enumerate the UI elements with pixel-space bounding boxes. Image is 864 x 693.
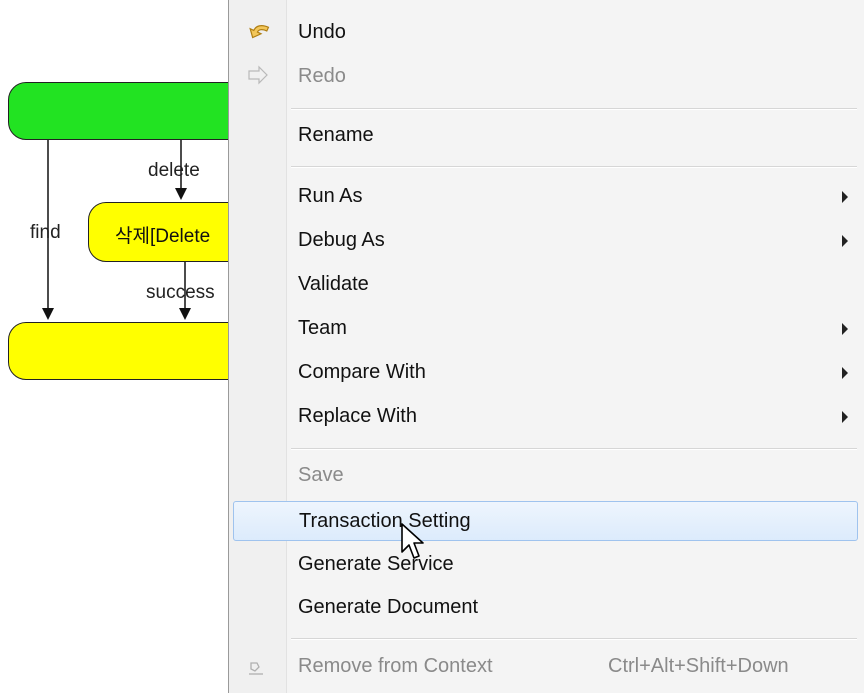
menu-item-team[interactable]: Team <box>233 309 858 349</box>
menu-item-label: Validate <box>298 273 369 295</box>
menu-separator <box>291 638 857 640</box>
menu-item-label: Generate Document <box>298 596 479 618</box>
menu-item-generate-document[interactable]: Generate Document <box>233 588 858 628</box>
submenu-arrow-icon <box>842 191 848 203</box>
process-diagram: 삭제[Delete delete find success <box>0 0 268 693</box>
submenu-arrow-icon <box>842 411 848 423</box>
menu-item-label: Debug As <box>298 229 385 251</box>
submenu-arrow-icon <box>842 235 848 247</box>
menu-item-transaction-setting[interactable]: Transaction Setting <box>233 501 858 541</box>
menu-item-label: Generate Service <box>298 553 454 575</box>
submenu-arrow-icon <box>842 323 848 335</box>
menu-item-run-as[interactable]: Run As <box>233 177 858 217</box>
menu-separator <box>291 108 857 110</box>
menu-item-shortcut: Ctrl+Alt+Shift+Down <box>608 655 789 677</box>
remove-context-icon <box>243 653 271 681</box>
delete-task-label: 삭제[Delete <box>115 226 211 247</box>
edge-label-find: find <box>30 222 61 243</box>
menu-item-label: Rename <box>298 124 374 146</box>
menu-item-debug-as[interactable]: Debug As <box>233 221 858 261</box>
edge-label-success: success <box>146 282 215 303</box>
menu-item-label: Save <box>298 464 344 486</box>
menu-item-label: Redo <box>298 65 346 87</box>
menu-item-label: Team <box>298 317 347 339</box>
redo-arrow-icon <box>243 63 271 91</box>
menu-item-remove-from-context[interactable]: Remove from Context Ctrl+Alt+Shift+Down <box>233 647 858 687</box>
menu-separator <box>291 166 857 168</box>
menu-item-rename[interactable]: Rename <box>233 116 858 156</box>
menu-item-validate[interactable]: Validate <box>233 265 858 305</box>
menu-item-label: Undo <box>298 21 346 43</box>
menu-item-compare-with[interactable]: Compare With <box>233 353 858 393</box>
menu-item-save[interactable]: Save <box>233 456 858 496</box>
context-menu: Undo Redo Rename Run As Debug As Validat… <box>228 0 864 693</box>
edge-label-delete: delete <box>148 160 200 181</box>
menu-item-label: Compare With <box>298 361 426 383</box>
mouse-cursor-icon <box>401 523 424 559</box>
menu-item-label: Replace With <box>298 405 417 427</box>
menu-item-label: Run As <box>298 185 363 207</box>
menu-item-label: Remove from Context <box>298 655 493 677</box>
undo-arrow-icon <box>243 19 271 47</box>
menu-item-label: Transaction Setting <box>299 510 471 532</box>
submenu-arrow-icon <box>842 367 848 379</box>
menu-item-redo[interactable]: Redo <box>233 57 858 97</box>
menu-separator <box>291 448 857 450</box>
menu-item-replace-with[interactable]: Replace With <box>233 397 858 437</box>
menu-item-undo[interactable]: Undo <box>233 13 858 53</box>
menu-item-generate-service[interactable]: Generate Service <box>233 545 858 585</box>
